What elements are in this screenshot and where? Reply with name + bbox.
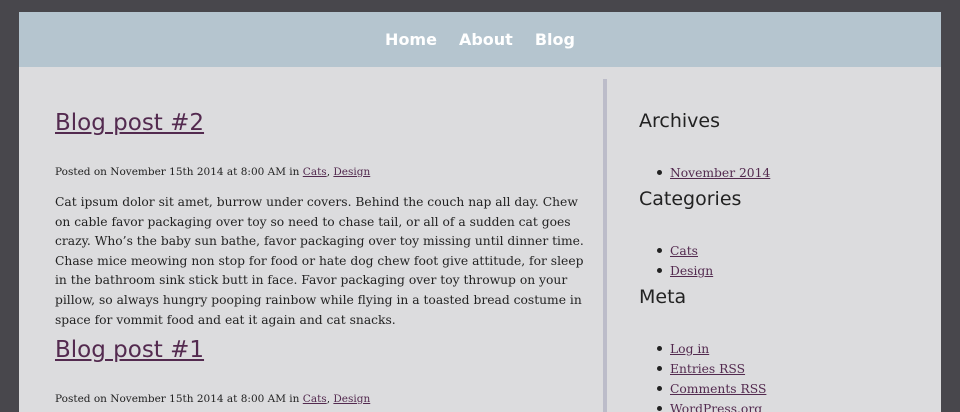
list-item: Cats: [639, 241, 713, 261]
category-link-design[interactable]: Design: [670, 264, 713, 278]
list-item: Design: [639, 261, 713, 281]
meta-heading: Meta: [639, 286, 687, 308]
categories-list: Cats Design: [639, 241, 713, 281]
meta-link-wordpress-org[interactable]: WordPress.org: [670, 402, 762, 412]
nav-about-link[interactable]: About: [459, 30, 513, 49]
post-title-link[interactable]: Blog post #2: [55, 109, 204, 137]
archives-heading: Archives: [639, 110, 720, 132]
bullet-icon: [657, 406, 662, 411]
meta-link-comments-rss[interactable]: Comments RSS: [670, 382, 766, 396]
post-title-link[interactable]: Blog post #1: [55, 336, 204, 364]
list-item: Log in: [639, 339, 766, 359]
categories-heading: Categories: [639, 188, 742, 210]
category-link-cats[interactable]: Cats: [303, 393, 327, 405]
bullet-icon: [657, 346, 662, 351]
post-body: Cat ipsum dolor sit amet, burrow under c…: [55, 195, 584, 327]
list-item: WordPress.org: [639, 399, 766, 412]
meta-link-entries-rss[interactable]: Entries RSS: [670, 362, 745, 376]
post-meta-text: Posted on November 15th 2014 at 8:00 AM …: [55, 166, 303, 178]
bullet-icon: [657, 170, 662, 175]
post-meta: Posted on November 15th 2014 at 8:00 AM …: [55, 166, 370, 178]
content-area: Blog post #2 Posted on November 15th 201…: [19, 67, 941, 412]
meta-link-log-in[interactable]: Log in: [670, 342, 709, 356]
nav-blog-link[interactable]: Blog: [535, 30, 575, 49]
post-meta-text: Posted on November 15th 2014 at 8:00 AM …: [55, 393, 303, 405]
bullet-icon: [657, 268, 662, 273]
column-divider: [603, 79, 607, 412]
nav-home-link[interactable]: Home: [385, 30, 437, 49]
category-link-design[interactable]: Design: [333, 393, 370, 405]
bullet-icon: [657, 366, 662, 371]
category-link-cats[interactable]: Cats: [303, 166, 327, 178]
bullet-icon: [657, 248, 662, 253]
archives-list: November 2014: [639, 163, 770, 183]
category-link-design[interactable]: Design: [333, 166, 370, 178]
top-nav: Home About Blog: [19, 12, 941, 67]
bullet-icon: [657, 386, 662, 391]
page-frame: Home About Blog Blog post #2 Posted on N…: [19, 12, 941, 412]
archive-link-november-2014[interactable]: November 2014: [670, 166, 770, 180]
category-link-cats[interactable]: Cats: [670, 244, 698, 258]
list-item: Entries RSS: [639, 359, 766, 379]
meta-list: Log in Entries RSS Comments RSS WordPres…: [639, 339, 766, 412]
list-item: Comments RSS: [639, 379, 766, 399]
post-meta: Posted on November 15th 2014 at 8:00 AM …: [55, 393, 370, 405]
list-item: November 2014: [639, 163, 770, 183]
